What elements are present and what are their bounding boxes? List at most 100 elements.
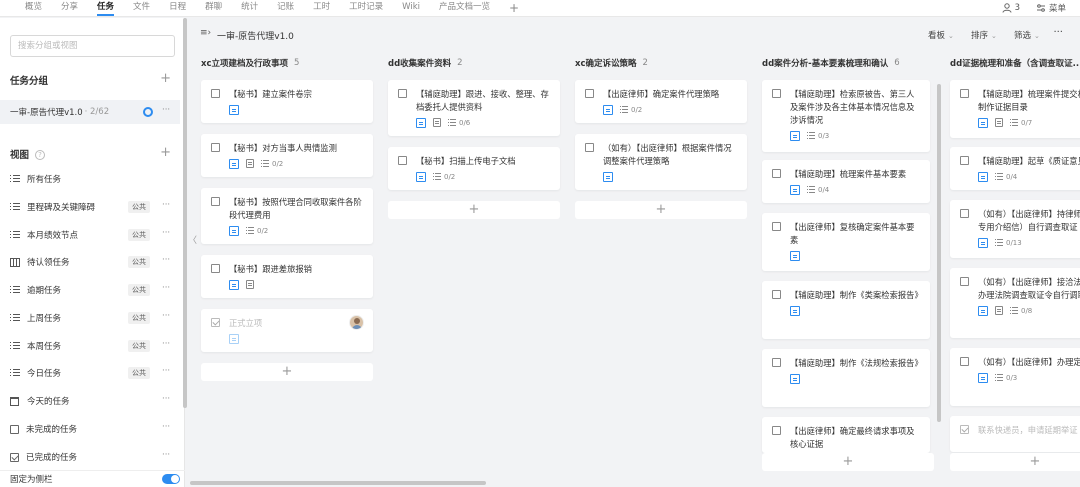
tab-overview[interactable]: 概览 — [25, 0, 42, 17]
members-count: 3 — [1014, 3, 1020, 13]
task-card[interactable]: 【辅庭助理】制作《法规检索报告》 — [762, 349, 930, 407]
task-card[interactable]: 【辅庭助理】梳理案件提交材料及制作证据目录 0/7 — [950, 80, 1080, 138]
view-more-button[interactable]: ··· — [162, 339, 170, 349]
sidebar-scrollbar[interactable] — [183, 18, 187, 408]
task-card[interactable]: 【辅庭助理】梳理案件基本要素 0/4 — [762, 160, 930, 203]
view-item-milestones[interactable]: 里程碑及关键障碍 公共 ··· — [0, 197, 180, 217]
task-checkbox[interactable] — [398, 156, 407, 165]
view-more-button[interactable]: ··· — [162, 283, 170, 293]
filter-button[interactable]: 筛选 ⌄ — [1014, 29, 1040, 41]
search-input[interactable]: 搜索分组或视图 — [10, 35, 175, 57]
tab-accounting[interactable]: 记账 — [277, 0, 294, 17]
column-scrollbar[interactable] — [937, 84, 941, 422]
add-task-button[interactable]: + — [950, 453, 1080, 471]
task-checkbox[interactable] — [585, 89, 594, 98]
task-card[interactable]: 【秘书】建立案件卷宗 — [201, 80, 373, 123]
pin-sidebar-toggle[interactable] — [162, 474, 180, 484]
view-item-monthly-kpi[interactable]: 本月绩效节点 公共 ··· — [0, 225, 180, 245]
avatar[interactable] — [349, 315, 364, 330]
help-icon[interactable]: ? — [35, 150, 46, 160]
expand-icon[interactable]: ≡› — [200, 28, 211, 38]
task-checkbox[interactable] — [960, 357, 969, 366]
task-checkbox[interactable] — [960, 209, 969, 218]
view-item-overdue[interactable]: 逾期任务 公共 ··· — [0, 280, 180, 300]
task-card[interactable]: 【秘书】按照代理合同收取案件各阶段代理费用 0/2 — [201, 188, 373, 244]
horizontal-scrollbar[interactable] — [190, 481, 486, 485]
task-card[interactable]: 【秘书】对方当事人舆情监测 0/2 — [201, 134, 373, 177]
task-card[interactable]: （如有）【出庭律师】办理定事项 0/3 — [950, 348, 1080, 406]
view-more-button[interactable]: ··· — [162, 394, 170, 404]
view-item-today[interactable]: 今天的任务 ··· — [0, 391, 180, 411]
add-group-button[interactable]: + — [160, 72, 171, 85]
add-task-button[interactable]: + — [762, 453, 934, 471]
view-item-this-week[interactable]: 本周任务 公共 ··· — [0, 336, 180, 356]
tab-product-docs[interactable]: 产品文档一览 — [439, 0, 490, 17]
task-card[interactable]: （如有）【出庭律师】持律师调查专用介绍信）自行调查取证 0/13 — [950, 200, 1080, 258]
view-item-completed[interactable]: 已完成的任务 ··· — [0, 447, 180, 467]
task-checkbox[interactable] — [772, 426, 781, 435]
task-card[interactable]: 联系快递员，申请延期举证 — [950, 416, 1080, 452]
sort-button[interactable]: 排序 ⌄ — [971, 29, 997, 41]
add-task-button[interactable]: + — [388, 201, 560, 219]
task-checkbox[interactable] — [211, 89, 220, 98]
task-checkbox[interactable] — [772, 89, 781, 98]
tab-group-chat[interactable]: 群聊 — [205, 0, 222, 17]
view-more-button[interactable]: ··· — [162, 366, 170, 376]
task-checkbox[interactable] — [772, 222, 781, 231]
task-card-completed[interactable]: 正式立项 — [201, 309, 373, 352]
task-checkbox[interactable] — [772, 169, 781, 178]
board-more-button[interactable]: ··· — [1053, 27, 1063, 38]
task-checkbox-checked[interactable] — [211, 318, 220, 327]
task-checkbox[interactable] — [585, 143, 594, 152]
view-more-button[interactable]: ··· — [162, 255, 170, 265]
menu-button[interactable]: 菜单 — [1036, 2, 1066, 14]
view-more-button[interactable]: ··· — [162, 450, 170, 460]
task-card[interactable]: 【出庭律师】确定最终请求事项及核心证据 — [762, 417, 930, 453]
task-checkbox[interactable] — [772, 290, 781, 299]
members-button[interactable]: 3 — [1002, 3, 1020, 13]
view-more-button[interactable]: ··· — [162, 422, 170, 432]
task-card[interactable]: 【秘书】跟进差旅报销 — [201, 255, 373, 298]
task-card[interactable]: 【辅庭助理】制作《类案检索报告》 — [762, 281, 930, 339]
task-card[interactable]: 【辅庭助理】起草《质证意见》 0/4 — [950, 147, 1080, 190]
task-card[interactable]: （如有）【出庭律师】根据案件情况调整案件代理策略 — [575, 134, 747, 190]
task-checkbox-checked[interactable] — [960, 425, 969, 434]
view-item-last-week[interactable]: 上周任务 公共 ··· — [0, 308, 180, 328]
tab-tasks[interactable]: 任务 — [97, 0, 115, 17]
task-card[interactable]: 【出庭律师】确定案件代理策略 0/2 — [575, 80, 747, 123]
task-checkbox[interactable] — [960, 277, 969, 286]
task-card[interactable]: 【辅庭助理】检索原被告、第三人及案件涉及各主体基本情况信息及涉诉情况 0/3 — [762, 80, 930, 152]
task-checkbox[interactable] — [211, 264, 220, 273]
kanban-view-button[interactable]: 看板 ⌄ — [928, 29, 954, 41]
tab-share[interactable]: 分享 — [61, 0, 78, 17]
task-card[interactable]: 【秘书】扫描上传电子文档 0/2 — [388, 147, 560, 190]
view-item-all-tasks[interactable]: 所有任务 — [0, 169, 180, 189]
task-checkbox[interactable] — [211, 143, 220, 152]
tab-wiki[interactable]: Wiki — [402, 0, 420, 17]
task-checkbox[interactable] — [398, 89, 407, 98]
add-view-button[interactable]: + — [160, 146, 171, 159]
add-tab-button[interactable]: + — [509, 2, 519, 14]
tab-worktime[interactable]: 工时 — [313, 0, 330, 17]
tab-files[interactable]: 文件 — [133, 0, 150, 17]
view-item-today-public[interactable]: 今日任务 公共 ··· — [0, 363, 180, 383]
add-task-button[interactable]: + — [201, 363, 373, 381]
tab-stats[interactable]: 统计 — [241, 0, 258, 17]
task-checkbox[interactable] — [960, 156, 969, 165]
tab-worktime-records[interactable]: 工时记录 — [349, 0, 383, 17]
add-task-button[interactable]: + — [575, 201, 747, 219]
view-item-incomplete[interactable]: 未完成的任务 ··· — [0, 419, 180, 439]
task-card[interactable]: 【出庭律师】复核确定案件基本要素 — [762, 213, 930, 271]
view-more-button[interactable]: ··· — [162, 200, 170, 210]
task-checkbox[interactable] — [960, 89, 969, 98]
task-card[interactable]: （如有）【出庭律师】接洽法官）办理法院调查取证令自行调取 0/8 — [950, 268, 1080, 338]
view-more-button[interactable]: ··· — [162, 228, 170, 238]
tab-schedule[interactable]: 日程 — [169, 0, 186, 17]
task-checkbox[interactable] — [772, 358, 781, 367]
view-more-button[interactable]: ··· — [162, 311, 170, 321]
group-more-button[interactable]: ··· — [162, 105, 170, 115]
view-item-unclaimed[interactable]: 待认领任务 公共 ··· — [0, 252, 180, 272]
task-checkbox[interactable] — [211, 197, 220, 206]
task-group-item[interactable]: 一审-原告代理v1.0 · 2/62 ··· — [0, 100, 180, 124]
task-card[interactable]: 【辅庭助理】跟进、接收、整理、存档委托人提供资料 0/6 — [388, 80, 560, 136]
